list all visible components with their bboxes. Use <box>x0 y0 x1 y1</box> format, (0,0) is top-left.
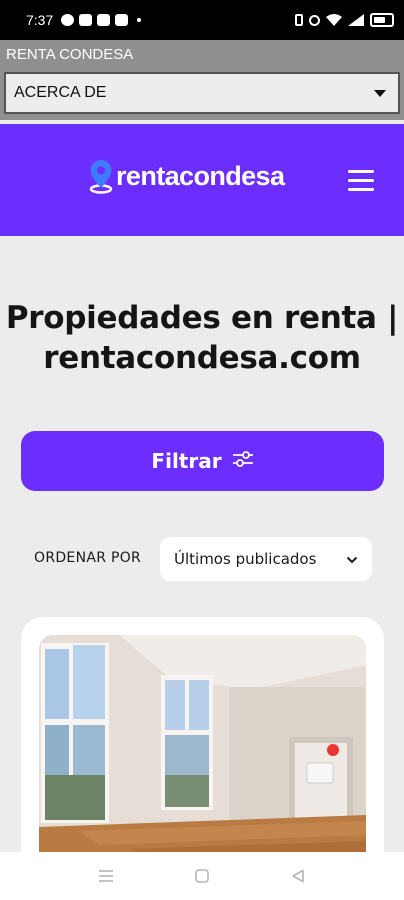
whatsapp-icon <box>61 14 75 26</box>
property-card[interactable] <box>21 617 384 877</box>
more-notifications-icon <box>137 18 142 22</box>
logo-text: rentacondesa <box>116 160 285 191</box>
system-icons <box>295 11 394 30</box>
back-icon[interactable] <box>286 864 310 888</box>
page-title-line1: Propiedades en renta | <box>5 300 399 336</box>
status-bar: 7:37 <box>0 0 404 40</box>
filter-button[interactable]: Filtrar <box>21 431 384 491</box>
youtube-icon <box>115 14 129 26</box>
page-title-line2: rentacondesa.com <box>43 340 361 376</box>
sort-row: ORDENAR POR Últimos publicados <box>0 537 404 581</box>
section-dropdown[interactable]: ACERCA DE <box>4 72 400 114</box>
sort-dropdown[interactable]: Últimos publicados <box>160 537 372 581</box>
property-photo[interactable] <box>39 635 366 867</box>
hamburger-icon[interactable] <box>348 170 374 192</box>
mail-icon <box>97 14 111 26</box>
site-logo[interactable]: rentacondesa <box>88 158 285 194</box>
system-nav-bar <box>0 852 404 900</box>
sort-dropdown-value: Últimos publicados <box>174 550 317 568</box>
filter-button-label: Filtrar <box>151 449 222 473</box>
battery-icon <box>370 13 394 27</box>
site-header: rentacondesa <box>0 124 404 236</box>
sort-label: ORDENAR POR <box>34 550 142 566</box>
app-title-bar: RENTA CONDESA <box>0 40 404 68</box>
notification-icons <box>61 14 142 26</box>
status-time: 7:37 <box>26 12 54 28</box>
location-pin-icon <box>88 158 114 194</box>
wifi-icon <box>326 11 342 30</box>
signal-icon <box>348 11 364 30</box>
chevron-down-icon <box>346 550 358 568</box>
page-title: Propiedades en renta | rentacondesa.com <box>0 298 404 378</box>
alarm-icon <box>309 14 320 26</box>
nav-select-container: ACERCA DE <box>0 68 404 120</box>
section-dropdown-value: ACERCA DE <box>14 84 107 101</box>
app-title: RENTA CONDESA <box>6 45 134 63</box>
vibrate-icon <box>295 14 303 26</box>
home-icon[interactable] <box>190 864 214 888</box>
sliders-icon <box>232 449 254 473</box>
document-icon <box>79 14 93 26</box>
caret-down-icon <box>374 89 386 97</box>
recents-icon[interactable] <box>94 864 118 888</box>
